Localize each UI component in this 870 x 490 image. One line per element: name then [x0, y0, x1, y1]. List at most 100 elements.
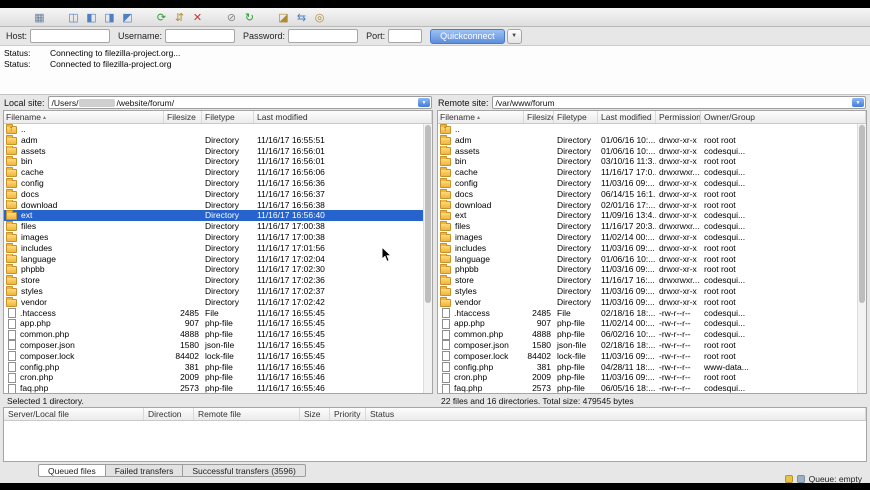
- column-header-size[interactable]: Filesize: [524, 111, 554, 123]
- password-input[interactable]: [288, 29, 358, 43]
- queue-column-header[interactable]: Status: [366, 408, 866, 420]
- chevron-down-icon[interactable]: ▼: [418, 98, 430, 107]
- column-header-mod[interactable]: Last modified: [598, 111, 656, 123]
- cell-name: faq.php: [4, 383, 164, 393]
- queue-column-header[interactable]: Remote file: [194, 408, 300, 420]
- reconnect-icon[interactable]: ↻: [242, 10, 257, 25]
- file-row[interactable]: cacheDirectory11/16/17 16:56:06: [4, 167, 432, 178]
- file-row[interactable]: common.php4888php-file06/02/16 10:...-rw…: [438, 329, 866, 340]
- file-row[interactable]: stylesDirectory11/16/17 17:02:37: [4, 286, 432, 297]
- column-header-perm[interactable]: Permissions: [656, 111, 701, 123]
- site-manager-icon[interactable]: ▦: [32, 10, 47, 25]
- file-row[interactable]: ..: [438, 124, 866, 135]
- file-row[interactable]: cron.php2009php-file11/16/17 16:55:46: [4, 372, 432, 383]
- port-input[interactable]: [388, 29, 422, 43]
- directory-comparison-icon[interactable]: ◪: [276, 10, 291, 25]
- file-row[interactable]: cacheDirectory11/16/17 17:0...drwxrwxr..…: [438, 167, 866, 178]
- cell-owner: root root: [701, 243, 866, 254]
- file-row[interactable]: languageDirectory01/06/16 10:...drwxr-xr…: [438, 254, 866, 265]
- file-row[interactable]: composer.json1580json-file02/18/16 18:..…: [438, 340, 866, 351]
- file-row[interactable]: stylesDirectory11/03/16 09:...drwxr-xr-x…: [438, 286, 866, 297]
- toggle-local-tree-icon[interactable]: ◧: [84, 10, 99, 25]
- cell-type: Directory: [202, 243, 254, 254]
- vertical-scrollbar[interactable]: [423, 124, 432, 393]
- file-row[interactable]: assetsDirectory11/16/17 16:56:01: [4, 146, 432, 157]
- file-row[interactable]: downloadDirectory11/16/17 16:56:38: [4, 200, 432, 211]
- file-row[interactable]: admDirectory01/06/16 10:...drwxr-xr-xroo…: [438, 135, 866, 146]
- file-row[interactable]: imagesDirectory11/02/14 00:...drwxr-xr-x…: [438, 232, 866, 243]
- file-row[interactable]: faq.php2573php-file11/16/17 16:55:46: [4, 383, 432, 393]
- file-row[interactable]: downloadDirectory02/01/16 17:...drwxr-xr…: [438, 200, 866, 211]
- toggle-queue-icon[interactable]: ◩: [120, 10, 135, 25]
- host-input[interactable]: [30, 29, 110, 43]
- file-row[interactable]: config.php381php-file11/16/17 16:55:46: [4, 362, 432, 373]
- synchronized-browsing-icon[interactable]: ⇆: [294, 10, 309, 25]
- file-row[interactable]: binDirectory03/10/16 11:3...drwxr-xr-xro…: [438, 156, 866, 167]
- quickconnect-button[interactable]: Quickconnect: [430, 29, 505, 44]
- file-row[interactable]: extDirectory11/09/16 13:4...drwxr-xr-xco…: [438, 210, 866, 221]
- toolbar: ▦ ◫◧◨◩ ⟳⇵✕ ⊘↻ ◪⇆◎: [0, 8, 870, 27]
- vertical-scrollbar[interactable]: [857, 124, 866, 393]
- file-row[interactable]: admDirectory11/16/17 16:55:51: [4, 135, 432, 146]
- process-queue-icon[interactable]: ⇵: [172, 10, 187, 25]
- local-path-combo[interactable]: /Users/ /website/forum/ ▼: [48, 96, 432, 109]
- file-row[interactable]: storeDirectory11/16/17 16:...drwxrwxr...…: [438, 275, 866, 286]
- file-icon: [8, 330, 16, 340]
- scrollbar-thumb[interactable]: [425, 125, 431, 303]
- file-row[interactable]: common.php4888php-file11/16/17 16:55:45: [4, 329, 432, 340]
- file-row[interactable]: app.php907php-file11/16/17 16:55:45: [4, 318, 432, 329]
- quickconnect-dropdown-button[interactable]: ▼: [507, 29, 522, 44]
- folder-icon: [6, 191, 17, 199]
- file-row[interactable]: ..: [4, 124, 432, 135]
- cell-owner: root root: [701, 264, 866, 275]
- column-header-type[interactable]: Filetype: [202, 111, 254, 123]
- disconnect-icon[interactable]: ⊘: [224, 10, 239, 25]
- file-row[interactable]: configDirectory11/03/16 09:...drwxr-xr-x…: [438, 178, 866, 189]
- file-row[interactable]: .htaccess2485File02/18/16 18:...-rw-r--r…: [438, 308, 866, 319]
- file-row[interactable]: composer.lock84402lock-file11/16/17 16:5…: [4, 351, 432, 362]
- chevron-down-icon[interactable]: ▼: [852, 98, 864, 107]
- file-row[interactable]: configDirectory11/16/17 16:56:36: [4, 178, 432, 189]
- column-header-name[interactable]: Filename▴: [438, 111, 524, 123]
- column-header-mod[interactable]: Last modified: [254, 111, 432, 123]
- file-row[interactable]: filesDirectory11/16/17 20:3...drwxrwxr..…: [438, 221, 866, 232]
- column-header-owner[interactable]: Owner/Group: [701, 111, 866, 123]
- file-row[interactable]: imagesDirectory11/16/17 17:00:38: [4, 232, 432, 243]
- queue-column-header[interactable]: Direction: [144, 408, 194, 420]
- file-row[interactable]: includesDirectory11/16/17 17:01:56: [4, 243, 432, 254]
- file-row[interactable]: docsDirectory06/14/15 16:1...drwxr-xr-xr…: [438, 189, 866, 200]
- file-row[interactable]: languageDirectory11/16/17 17:02:04: [4, 254, 432, 265]
- file-row[interactable]: assetsDirectory01/06/16 10:...drwxr-xr-x…: [438, 146, 866, 157]
- scrollbar-thumb[interactable]: [859, 125, 865, 303]
- queue-column-header[interactable]: Server/Local file: [4, 408, 144, 420]
- column-header-type[interactable]: Filetype: [554, 111, 598, 123]
- file-row[interactable]: docsDirectory11/16/17 16:56:37: [4, 189, 432, 200]
- file-row[interactable]: vendorDirectory11/16/17 17:02:42: [4, 297, 432, 308]
- queue-column-header[interactable]: Size: [300, 408, 330, 420]
- file-row[interactable]: .htaccess2485File11/16/17 16:55:45: [4, 308, 432, 319]
- file-row[interactable]: composer.lock84402lock-file11/03/16 09:.…: [438, 351, 866, 362]
- file-row[interactable]: phpbbDirectory11/03/16 09:...drwxr-xr-xr…: [438, 264, 866, 275]
- username-input[interactable]: [165, 29, 235, 43]
- file-row[interactable]: composer.json1580json-file11/16/17 16:55…: [4, 340, 432, 351]
- column-header-size[interactable]: Filesize: [164, 111, 202, 123]
- toggle-remote-tree-icon[interactable]: ◨: [102, 10, 117, 25]
- file-row[interactable]: storeDirectory11/16/17 17:02:36: [4, 275, 432, 286]
- queue-column-header[interactable]: Priority: [330, 408, 366, 420]
- refresh-icon[interactable]: ⟳: [154, 10, 169, 25]
- find-files-icon[interactable]: ◎: [312, 10, 327, 25]
- cancel-icon[interactable]: ✕: [190, 10, 205, 25]
- file-row[interactable]: extDirectory11/16/17 16:56:40: [4, 210, 432, 221]
- file-row[interactable]: config.php381php-file04/28/11 18:...-rw-…: [438, 362, 866, 373]
- file-row[interactable]: vendorDirectory11/03/16 09:...drwxr-xr-x…: [438, 297, 866, 308]
- column-header-name[interactable]: Filename▴: [4, 111, 164, 123]
- file-row[interactable]: app.php907php-file11/02/14 00:...-rw-r--…: [438, 318, 866, 329]
- file-row[interactable]: filesDirectory11/16/17 17:00:38: [4, 221, 432, 232]
- file-row[interactable]: phpbbDirectory11/16/17 17:02:30: [4, 264, 432, 275]
- file-row[interactable]: binDirectory11/16/17 16:56:01: [4, 156, 432, 167]
- toggle-log-icon[interactable]: ◫: [66, 10, 81, 25]
- file-row[interactable]: cron.php2009php-file11/03/16 09:...-rw-r…: [438, 372, 866, 383]
- remote-path-combo[interactable]: /var/www/forum ▼: [492, 96, 866, 109]
- file-row[interactable]: includesDirectory11/03/16 09:...drwxr-xr…: [438, 243, 866, 254]
- file-row[interactable]: faq.php2573php-file06/05/16 18:...-rw-r-…: [438, 383, 866, 393]
